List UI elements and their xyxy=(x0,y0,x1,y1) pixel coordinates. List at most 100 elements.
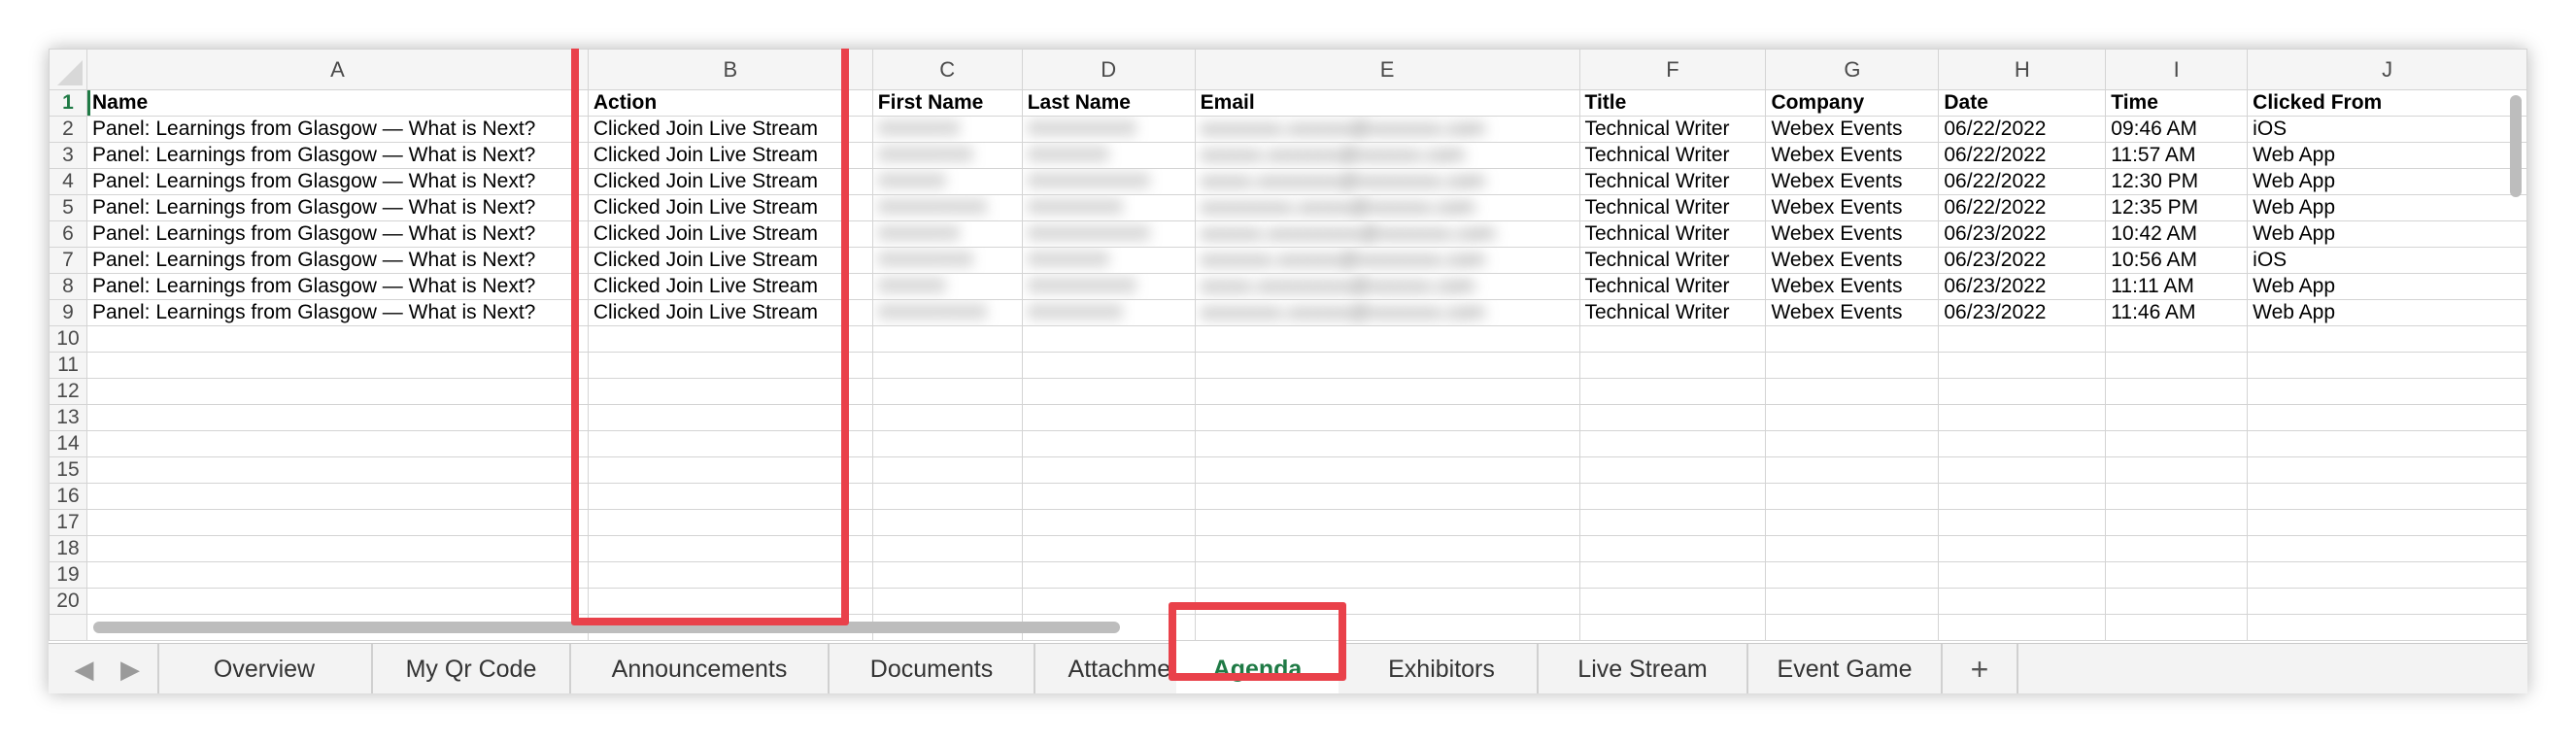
cell[interactable] xyxy=(85,535,589,562)
row-number[interactable]: 8 xyxy=(49,273,87,300)
row-number[interactable]: 18 xyxy=(49,535,87,562)
cell[interactable] xyxy=(871,430,1023,457)
cell[interactable]: Technical Writer xyxy=(1578,116,1767,143)
cell[interactable]: XXXXXXXXX xyxy=(1021,220,1196,248)
header-cell[interactable]: Last Name xyxy=(1021,89,1196,117)
tab-live-stream[interactable]: Live Stream xyxy=(1539,644,1748,693)
row-number[interactable]: 19 xyxy=(49,561,87,589)
cell[interactable]: Web App xyxy=(2247,299,2527,326)
cell[interactable] xyxy=(1194,561,1580,589)
cell[interactable]: 06/23/2022 xyxy=(1938,299,2107,326)
cell[interactable] xyxy=(2105,352,2249,379)
cell[interactable] xyxy=(1021,456,1196,484)
cell[interactable]: Web App xyxy=(2247,273,2527,300)
cell[interactable] xyxy=(2247,404,2527,431)
cell[interactable] xyxy=(1578,378,1767,405)
cell[interactable] xyxy=(2105,325,2249,353)
cell[interactable]: 12:35 PM xyxy=(2105,194,2249,221)
cell[interactable]: xxxxxx.xxxxxxx@xxxxxx.com xyxy=(1194,142,1580,169)
cell[interactable]: Panel: Learnings from Glasgow — What is … xyxy=(85,116,589,143)
cell[interactable] xyxy=(1938,456,2107,484)
cell[interactable] xyxy=(1938,483,2107,510)
cell[interactable] xyxy=(1938,561,2107,589)
cell[interactable] xyxy=(2247,509,2527,536)
cell[interactable]: Web App xyxy=(2247,194,2527,221)
cell[interactable] xyxy=(1021,325,1196,353)
cell[interactable] xyxy=(871,483,1023,510)
cell[interactable] xyxy=(1765,535,1940,562)
cell[interactable]: xxxxx.xxxxxxxxx@xxxxxx.com xyxy=(1194,273,1580,300)
tab-event-game[interactable]: Event Game xyxy=(1748,644,1943,693)
cell[interactable] xyxy=(85,588,589,615)
cell[interactable] xyxy=(1765,404,1940,431)
cell[interactable]: Web App xyxy=(2247,142,2527,169)
cell[interactable] xyxy=(2247,588,2527,615)
cell[interactable] xyxy=(85,430,589,457)
row-number[interactable]: 6 xyxy=(49,220,87,248)
cell[interactable]: Webex Events xyxy=(1765,194,1940,221)
cell[interactable] xyxy=(1578,483,1767,510)
cell[interactable]: xxxxxxxx.xxxxxx@xxxxxxx.com xyxy=(1194,299,1580,326)
cell[interactable] xyxy=(85,404,589,431)
cell[interactable]: iOS xyxy=(2247,116,2527,143)
row-number[interactable]: 14 xyxy=(49,430,87,457)
column-header-g[interactable]: G xyxy=(1765,49,1940,90)
cell[interactable]: XXXXXXX xyxy=(1021,299,1196,326)
cell[interactable] xyxy=(1194,378,1580,405)
column-header-j[interactable]: J xyxy=(2247,49,2527,90)
cell[interactable]: Technical Writer xyxy=(1578,299,1767,326)
cell[interactable] xyxy=(2105,456,2249,484)
column-header-f[interactable]: F xyxy=(1578,49,1767,90)
cell[interactable]: iOS xyxy=(2247,247,2527,274)
cell[interactable] xyxy=(871,588,1023,615)
header-cell[interactable]: Clicked From xyxy=(2247,89,2527,117)
add-sheet-button[interactable]: + xyxy=(1943,644,2018,693)
row-number[interactable]: 16 xyxy=(49,483,87,510)
row-number[interactable]: 12 xyxy=(49,378,87,405)
cell[interactable]: 11:57 AM xyxy=(2105,142,2249,169)
cell[interactable] xyxy=(2247,483,2527,510)
cell[interactable]: Panel: Learnings from Glasgow — What is … xyxy=(85,168,589,195)
cell[interactable] xyxy=(1938,535,2107,562)
cell[interactable]: Webex Events xyxy=(1765,116,1940,143)
column-header-e[interactable]: E xyxy=(1194,49,1580,90)
next-sheet-icon[interactable]: ▶ xyxy=(103,644,159,693)
cell[interactable]: Webex Events xyxy=(1765,168,1940,195)
cell[interactable] xyxy=(2105,509,2249,536)
cell[interactable] xyxy=(1938,378,2107,405)
cell[interactable]: Panel: Learnings from Glasgow — What is … xyxy=(85,247,589,274)
cell[interactable]: xxxxxxx.xxxxxx@xxxxxxxx.com xyxy=(1194,247,1580,274)
cell[interactable] xyxy=(2247,561,2527,589)
cell[interactable] xyxy=(1765,588,1940,615)
cell[interactable] xyxy=(871,456,1023,484)
cell[interactable]: xxxxxxxxx.xxxxx@xxxxxx.com xyxy=(1194,194,1580,221)
select-all-corner[interactable] xyxy=(49,49,87,90)
cell[interactable] xyxy=(85,456,589,484)
cell[interactable]: Web App xyxy=(2247,220,2527,248)
header-cell[interactable]: Title xyxy=(1578,89,1767,117)
cell[interactable]: 10:42 AM xyxy=(2105,220,2249,248)
row-number[interactable]: 9 xyxy=(49,299,87,326)
cell[interactable] xyxy=(1021,378,1196,405)
cell[interactable] xyxy=(85,509,589,536)
cell[interactable]: Webex Events xyxy=(1765,247,1940,274)
cell[interactable]: 06/23/2022 xyxy=(1938,247,2107,274)
column-header-i[interactable]: I xyxy=(2105,49,2249,90)
cell[interactable] xyxy=(1194,404,1580,431)
cell[interactable] xyxy=(1765,325,1940,353)
cell[interactable] xyxy=(1765,614,1940,641)
cell[interactable] xyxy=(871,404,1023,431)
vertical-scrollbar[interactable] xyxy=(2510,95,2522,197)
cell[interactable] xyxy=(871,561,1023,589)
cell[interactable] xyxy=(871,352,1023,379)
column-header-h[interactable]: H xyxy=(1938,49,2107,90)
cell[interactable]: 06/23/2022 xyxy=(1938,220,2107,248)
cell[interactable]: XXXXXX xyxy=(1021,142,1196,169)
row-number[interactable] xyxy=(49,614,87,641)
cell[interactable] xyxy=(1938,325,2107,353)
cell[interactable]: 12:30 PM xyxy=(2105,168,2249,195)
cell[interactable] xyxy=(2105,483,2249,510)
cell[interactable] xyxy=(1021,483,1196,510)
cell[interactable] xyxy=(1194,430,1580,457)
cell[interactable] xyxy=(1194,509,1580,536)
